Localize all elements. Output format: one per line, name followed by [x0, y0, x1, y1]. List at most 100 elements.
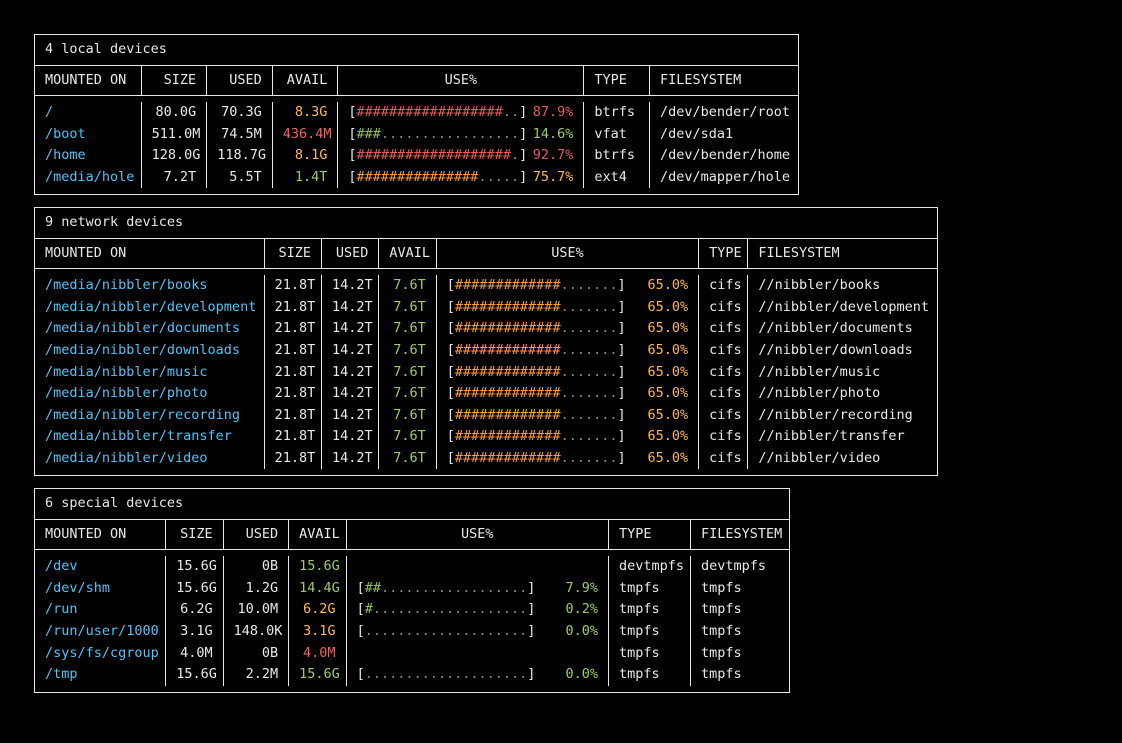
col-header-size: SIZE: [142, 66, 208, 96]
cell-avail: 7.6T: [379, 362, 436, 384]
cell-filesystem: /dev/bender/root: [650, 102, 798, 124]
cell-used: 148.0K: [224, 621, 290, 643]
usage-bar: [#############.......]: [447, 364, 626, 382]
cell-use-pct: [....................]0.0%: [347, 621, 609, 643]
cell-type: tmpfs: [609, 664, 691, 686]
cell-used: 1.2G: [224, 578, 290, 600]
table-row: /media/nibbler/development21.8T14.2T7.6T…: [35, 297, 937, 319]
cell-use-pct: [347, 556, 609, 578]
usage-bar: [#############.......]: [447, 299, 626, 317]
usage-bar: [#############.......]: [447, 407, 626, 425]
cell-avail: 7.6T: [379, 340, 436, 362]
cell-size: 15.6G: [166, 556, 223, 578]
usage-bar: [###################.]: [348, 147, 527, 165]
cell-mounted-on: /media/hole: [35, 167, 142, 189]
cell-filesystem: tmpfs: [691, 664, 789, 686]
cell-size: 21.8T: [265, 340, 322, 362]
usage-pct: 75.7%: [527, 169, 573, 187]
cell-type: vfat: [584, 124, 650, 146]
table-row: /media/nibbler/transfer21.8T14.2T7.6T[##…: [35, 426, 937, 448]
cell-filesystem: /dev/sda1: [650, 124, 798, 146]
col-header-avail: AVAIL: [289, 520, 346, 550]
cell-size: 21.8T: [265, 426, 322, 448]
cell-mounted-on: /run: [35, 599, 166, 621]
cell-filesystem: //nibbler/recording: [748, 405, 937, 427]
cell-filesystem: tmpfs: [691, 578, 789, 600]
cell-size: 128.0G: [142, 145, 208, 167]
cell-used: 118.7G: [207, 145, 273, 167]
cell-avail: 436.4M: [273, 124, 339, 146]
table-row: /sys/fs/cgroup4.0M0B4.0Mtmpfstmpfs: [35, 643, 789, 665]
cell-mounted-on: /boot: [35, 124, 142, 146]
cell-used: 0B: [224, 556, 290, 578]
cell-avail: 1.4T: [273, 167, 339, 189]
col-header-mounted_on: MOUNTED ON: [35, 239, 265, 269]
cell-use-pct: [#############.......]65.0%: [437, 448, 699, 470]
cell-avail: 7.6T: [379, 383, 436, 405]
cell-use-pct: [#############.......]65.0%: [437, 383, 699, 405]
usage-pct: 87.9%: [527, 104, 573, 122]
cell-filesystem: //nibbler/documents: [748, 318, 937, 340]
table-header: MOUNTED ONSIZEUSEDAVAILUSE%TYPEFILESYSTE…: [35, 239, 937, 270]
usage-bar: [#############.......]: [447, 342, 626, 360]
cell-type: tmpfs: [609, 578, 691, 600]
cell-type: tmpfs: [609, 621, 691, 643]
cell-use-pct: [....................]0.0%: [347, 664, 609, 686]
col-header-mounted_on: MOUNTED ON: [35, 520, 166, 550]
cell-used: 14.2T: [322, 405, 379, 427]
cell-use-pct: [#############.......]65.0%: [437, 275, 699, 297]
cell-used: 14.2T: [322, 340, 379, 362]
usage-pct: 92.7%: [527, 147, 573, 165]
cell-mounted-on: /media/nibbler/development: [35, 297, 265, 319]
cell-type: btrfs: [584, 145, 650, 167]
cell-filesystem: //nibbler/downloads: [748, 340, 937, 362]
col-header-use_pct: USE%: [347, 520, 609, 550]
table-body: /80.0G70.3G8.3G[##################..]87.…: [35, 96, 798, 194]
usage-bar: [###.................]: [348, 126, 527, 144]
cell-used: 5.5T: [207, 167, 273, 189]
cell-size: 6.2G: [166, 599, 223, 621]
table-row: /media/nibbler/video21.8T14.2T7.6T[#####…: [35, 448, 937, 470]
cell-type: ext4: [584, 167, 650, 189]
cell-mounted-on: /media/nibbler/video: [35, 448, 265, 470]
cell-use-pct: [#############.......]65.0%: [437, 405, 699, 427]
col-header-size: SIZE: [166, 520, 223, 550]
usage-pct: 65.0%: [626, 277, 689, 295]
cell-use-pct: [##..................]7.9%: [347, 578, 609, 600]
cell-type: devtmpfs: [609, 556, 691, 578]
cell-avail: 7.6T: [379, 426, 436, 448]
cell-avail: 7.6T: [379, 297, 436, 319]
cell-mounted-on: /tmp: [35, 664, 166, 686]
usage-bar: [#############.......]: [447, 277, 626, 295]
cell-mounted-on: /home: [35, 145, 142, 167]
cell-used: 2.2M: [224, 664, 290, 686]
cell-avail: 8.3G: [273, 102, 339, 124]
cell-use-pct: [#...................]0.2%: [347, 599, 609, 621]
table-row: /dev/shm15.6G1.2G14.4G[##...............…: [35, 578, 789, 600]
table-row: /home128.0G118.7G8.1G[##################…: [35, 145, 798, 167]
cell-mounted-on: /dev: [35, 556, 166, 578]
device-section: 4 local devicesMOUNTED ONSIZEUSEDAVAILUS…: [34, 34, 799, 195]
usage-pct: [357, 558, 598, 576]
table-row: /media/nibbler/music21.8T14.2T7.6T[#####…: [35, 362, 937, 384]
cell-type: tmpfs: [609, 643, 691, 665]
table-row: /tmp15.6G2.2M15.6G[....................]…: [35, 664, 789, 686]
cell-use-pct: [###.................]14.6%: [338, 124, 584, 146]
table-row: /media/nibbler/documents21.8T14.2T7.6T[#…: [35, 318, 937, 340]
col-header-filesystem: FILESYSTEM: [748, 239, 937, 269]
cell-avail: 7.6T: [379, 405, 436, 427]
usage-pct: 65.0%: [626, 299, 689, 317]
cell-use-pct: [347, 643, 609, 665]
col-header-used: USED: [207, 66, 273, 96]
table-row: /80.0G70.3G8.3G[##################..]87.…: [35, 102, 798, 124]
cell-filesystem: //nibbler/music: [748, 362, 937, 384]
terminal-panel: 4 local devicesMOUNTED ONSIZEUSEDAVAILUS…: [20, 20, 1102, 723]
cell-type: cifs: [699, 362, 748, 384]
usage-bar: [##################..]: [348, 104, 527, 122]
cell-mounted-on: /run/user/1000: [35, 621, 166, 643]
cell-type: cifs: [699, 383, 748, 405]
usage-pct: 65.0%: [626, 450, 689, 468]
table-body: /media/nibbler/books21.8T14.2T7.6T[#####…: [35, 269, 937, 475]
cell-mounted-on: /media/nibbler/music: [35, 362, 265, 384]
section-title: 4 local devices: [35, 35, 798, 66]
